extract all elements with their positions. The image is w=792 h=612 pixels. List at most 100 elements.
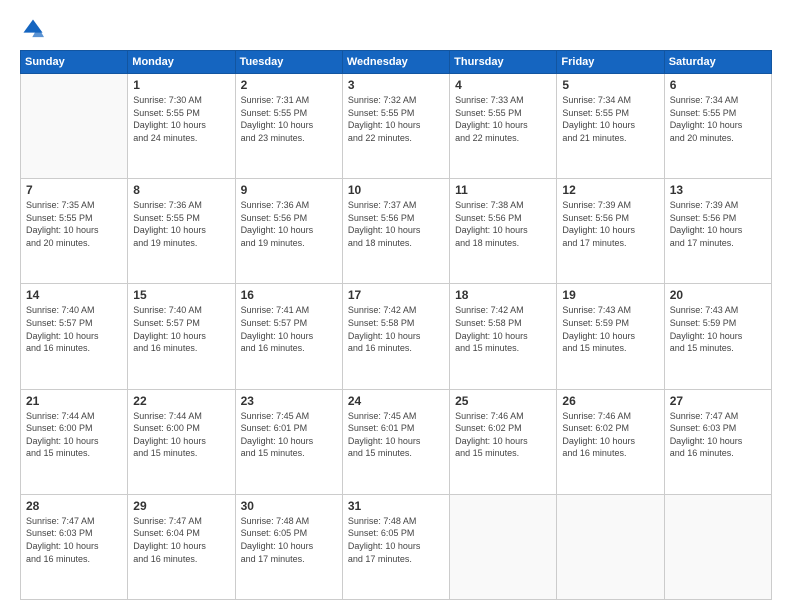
- calendar-cell: 11 Sunrise: 7:38 AM Sunset: 5:56 PM Dayli…: [450, 179, 557, 284]
- calendar-header-row: SundayMondayTuesdayWednesdayThursdayFrid…: [21, 51, 772, 74]
- day-number: 28: [26, 499, 122, 513]
- day-number: 8: [133, 183, 229, 197]
- calendar-cell: 28Sunrise: 7:47 AM Sunset: 6:03 PM Dayli…: [21, 494, 128, 599]
- calendar-cell: 4 Sunrise: 7:33 AM Sunset: 5:55 PM Daylig…: [450, 74, 557, 179]
- day-info: Sunrise: 7:36 AM Sunset: 5:56 PM Dayligh…: [241, 199, 337, 249]
- page: SundayMondayTuesdayWednesdayThursdayFrid…: [0, 0, 792, 612]
- day-info: Sunrise: 7:37 AM Sunset: 5:56 PM Dayligh…: [348, 199, 444, 249]
- day-number: 13: [670, 183, 766, 197]
- day-number: 1: [133, 78, 229, 92]
- day-number: 19: [562, 288, 658, 302]
- calendar-cell: 7Sunrise: 7:35 AM Sunset: 5:55 PM Daylig…: [21, 179, 128, 284]
- calendar-cell: 20Sunrise: 7:43 AM Sunset: 5:59 PM Dayli…: [664, 284, 771, 389]
- day-info: Sunrise: 7:33 AM Sunset: 5:55 PM Dayligh…: [455, 94, 551, 144]
- calendar-cell: 14Sunrise: 7:40 AM Sunset: 5:57 PM Dayli…: [21, 284, 128, 389]
- day-info: Sunrise: 7:47 AM Sunset: 6:03 PM Dayligh…: [670, 410, 766, 460]
- day-info: Sunrise: 7:34 AM Sunset: 5:55 PM Dayligh…: [670, 94, 766, 144]
- day-info: Sunrise: 7:31 AM Sunset: 5:55 PM Dayligh…: [241, 94, 337, 144]
- calendar-cell: 10 Sunrise: 7:37 AM Sunset: 5:56 PM Dayli…: [342, 179, 449, 284]
- calendar-cell: 31 Sunrise: 7:48 AM Sunset: 6:05 PM Dayli…: [342, 494, 449, 599]
- day-number: 21: [26, 394, 122, 408]
- calendar-cell: 27 Sunrise: 7:47 AM Sunset: 6:03 PM Dayli…: [664, 389, 771, 494]
- calendar-cell: 16Sunrise: 7:41 AM Sunset: 5:57 PM Dayli…: [235, 284, 342, 389]
- calendar-cell: [664, 494, 771, 599]
- day-number: 3: [348, 78, 444, 92]
- day-number: 30: [241, 499, 337, 513]
- day-number: 10: [348, 183, 444, 197]
- calendar-week-row: 28Sunrise: 7:47 AM Sunset: 6:03 PM Dayli…: [21, 494, 772, 599]
- day-info: Sunrise: 7:30 AM Sunset: 5:55 PM Dayligh…: [133, 94, 229, 144]
- calendar-cell: [21, 74, 128, 179]
- day-info: Sunrise: 7:45 AM Sunset: 6:01 PM Dayligh…: [241, 410, 337, 460]
- calendar-cell: 15 Sunrise: 7:40 AM Sunset: 5:57 PM Dayli…: [128, 284, 235, 389]
- day-info: Sunrise: 7:34 AM Sunset: 5:55 PM Dayligh…: [562, 94, 658, 144]
- day-number: 26: [562, 394, 658, 408]
- day-number: 25: [455, 394, 551, 408]
- logo: [20, 18, 46, 40]
- day-info: Sunrise: 7:42 AM Sunset: 5:58 PM Dayligh…: [455, 304, 551, 354]
- calendar-cell: [450, 494, 557, 599]
- day-info: Sunrise: 7:44 AM Sunset: 6:00 PM Dayligh…: [133, 410, 229, 460]
- calendar-week-row: 14 Sunrise: 7:40 AM Sunset: 5:57 PM Dayli…: [21, 284, 772, 389]
- day-number: 5: [562, 78, 658, 92]
- day-number: 15: [133, 288, 229, 302]
- day-info: Sunrise: 7:39 AM Sunset: 5:56 PM Dayligh…: [562, 199, 658, 249]
- day-info: Sunrise: 7:48 AM Sunset: 6:05 PM Dayligh…: [241, 515, 337, 565]
- day-number: 31: [348, 499, 444, 513]
- calendar-week-row: 7Sunrise: 7:35 AM Sunset: 5:55 PM Daylig…: [21, 179, 772, 284]
- calendar-cell: 3Sunrise: 7:32 AM Sunset: 5:55 PM Daylig…: [342, 74, 449, 179]
- day-number: 24: [348, 394, 444, 408]
- calendar-cell: 1 Sunrise: 7:30 AM Sunset: 5:55 PM Daylig…: [128, 74, 235, 179]
- calendar-cell: 29Sunrise: 7:47 AM Sunset: 6:04 PM Dayli…: [128, 494, 235, 599]
- day-info: Sunrise: 7:36 AM Sunset: 5:55 PM Dayligh…: [133, 199, 229, 249]
- day-number: 29: [133, 499, 229, 513]
- day-info: Sunrise: 7:41 AM Sunset: 5:57 PM Dayligh…: [241, 304, 337, 354]
- weekday-header: Saturday: [664, 51, 771, 74]
- day-info: Sunrise: 7:43 AM Sunset: 5:59 PM Dayligh…: [562, 304, 658, 354]
- calendar-cell: 25 Sunrise: 7:46 AM Sunset: 6:02 PM Dayli…: [450, 389, 557, 494]
- weekday-header: Thursday: [450, 51, 557, 74]
- day-number: 17: [348, 288, 444, 302]
- header: [20, 18, 772, 40]
- day-number: 7: [26, 183, 122, 197]
- day-number: 27: [670, 394, 766, 408]
- day-number: 9: [241, 183, 337, 197]
- day-number: 6: [670, 78, 766, 92]
- calendar-cell: 23 Sunrise: 7:45 AM Sunset: 6:01 PM Dayli…: [235, 389, 342, 494]
- day-number: 4: [455, 78, 551, 92]
- weekday-header: Tuesday: [235, 51, 342, 74]
- calendar-cell: 21Sunrise: 7:44 AM Sunset: 6:00 PM Dayli…: [21, 389, 128, 494]
- calendar-cell: 22 Sunrise: 7:44 AM Sunset: 6:00 PM Dayli…: [128, 389, 235, 494]
- calendar-cell: 26 Sunrise: 7:46 AM Sunset: 6:02 PM Dayli…: [557, 389, 664, 494]
- calendar-cell: 13Sunrise: 7:39 AM Sunset: 5:56 PM Dayli…: [664, 179, 771, 284]
- day-number: 11: [455, 183, 551, 197]
- calendar-cell: 24 Sunrise: 7:45 AM Sunset: 6:01 PM Dayli…: [342, 389, 449, 494]
- calendar-cell: 30 Sunrise: 7:48 AM Sunset: 6:05 PM Dayli…: [235, 494, 342, 599]
- day-number: 23: [241, 394, 337, 408]
- day-number: 2: [241, 78, 337, 92]
- calendar-cell: 17 Sunrise: 7:42 AM Sunset: 5:58 PM Dayli…: [342, 284, 449, 389]
- day-info: Sunrise: 7:46 AM Sunset: 6:02 PM Dayligh…: [455, 410, 551, 460]
- calendar-cell: 5 Sunrise: 7:34 AM Sunset: 5:55 PM Daylig…: [557, 74, 664, 179]
- day-number: 20: [670, 288, 766, 302]
- day-info: Sunrise: 7:48 AM Sunset: 6:05 PM Dayligh…: [348, 515, 444, 565]
- day-info: Sunrise: 7:46 AM Sunset: 6:02 PM Dayligh…: [562, 410, 658, 460]
- calendar-week-row: 1 Sunrise: 7:30 AM Sunset: 5:55 PM Daylig…: [21, 74, 772, 179]
- day-info: Sunrise: 7:38 AM Sunset: 5:56 PM Dayligh…: [455, 199, 551, 249]
- day-number: 14: [26, 288, 122, 302]
- calendar-cell: 12 Sunrise: 7:39 AM Sunset: 5:56 PM Dayli…: [557, 179, 664, 284]
- calendar-week-row: 21 Sunrise: 7:44 AM Sunset: 6:00 PM Dayli…: [21, 389, 772, 494]
- day-number: 12: [562, 183, 658, 197]
- calendar-cell: 19 Sunrise: 7:43 AM Sunset: 5:59 PM Dayli…: [557, 284, 664, 389]
- calendar-cell: 6 Sunrise: 7:34 AM Sunset: 5:55 PM Daylig…: [664, 74, 771, 179]
- calendar-cell: 2 Sunrise: 7:31 AM Sunset: 5:55 PM Daylig…: [235, 74, 342, 179]
- weekday-header: Monday: [128, 51, 235, 74]
- day-info: Sunrise: 7:40 AM Sunset: 5:57 PM Dayligh…: [133, 304, 229, 354]
- weekday-header: Friday: [557, 51, 664, 74]
- day-info: Sunrise: 7:45 AM Sunset: 6:01 PM Dayligh…: [348, 410, 444, 460]
- calendar-cell: 9 Sunrise: 7:36 AM Sunset: 5:56 PM Daylig…: [235, 179, 342, 284]
- weekday-header: Sunday: [21, 51, 128, 74]
- day-info: Sunrise: 7:42 AM Sunset: 5:58 PM Dayligh…: [348, 304, 444, 354]
- calendar-cell: [557, 494, 664, 599]
- day-number: 22: [133, 394, 229, 408]
